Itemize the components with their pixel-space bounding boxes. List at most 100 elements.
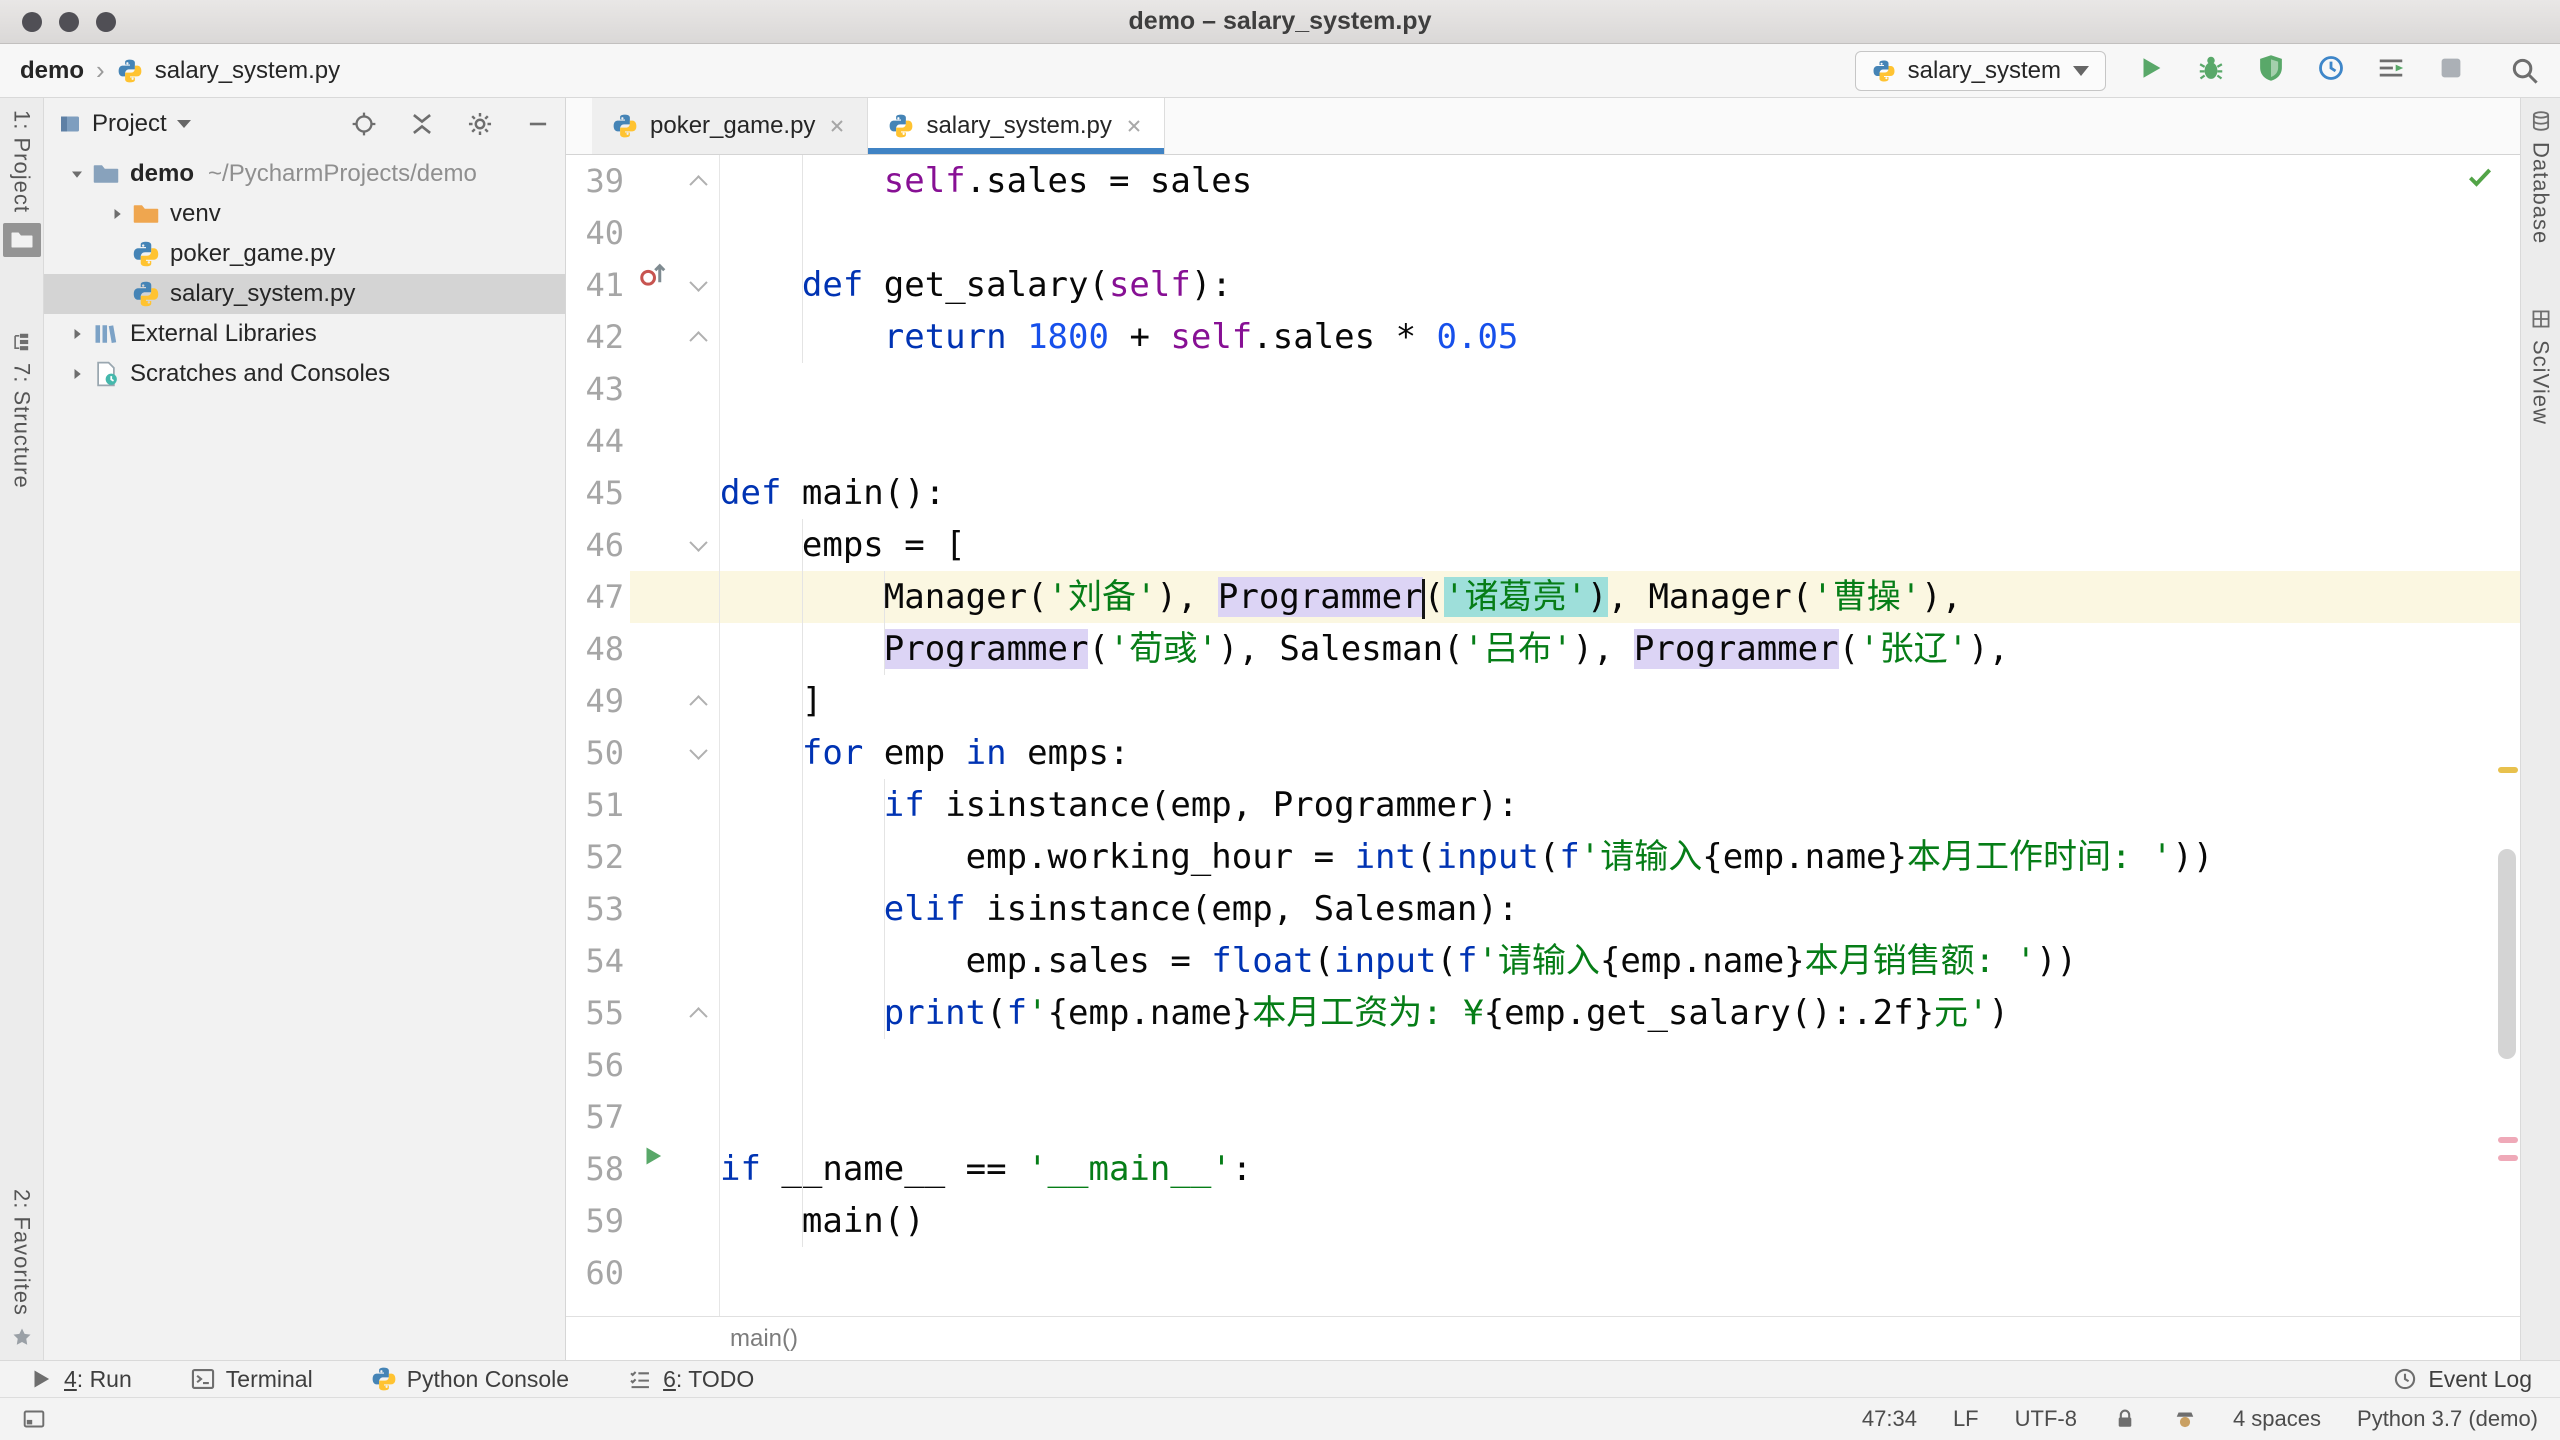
line-number[interactable]: 59 bbox=[566, 1195, 630, 1247]
code-line[interactable]: 41 def get_salary(self): bbox=[566, 259, 2520, 311]
code-line[interactable]: 48 Programmer('荀彧'), Salesman('吕布'), Pro… bbox=[566, 623, 2520, 675]
toolwindow-button-terminal[interactable]: Terminal bbox=[190, 1366, 313, 1393]
close-icon[interactable] bbox=[1124, 116, 1144, 136]
search-everywhere-icon[interactable] bbox=[2510, 56, 2540, 86]
fold-marker[interactable] bbox=[676, 727, 720, 779]
code-line[interactable]: 59 main() bbox=[566, 1195, 2520, 1247]
status-item-4-spaces[interactable]: 4 spaces bbox=[2233, 1406, 2321, 1432]
status-item-utf-8[interactable]: UTF-8 bbox=[2015, 1406, 2077, 1432]
editor[interactable]: 39 self.sales = sales 40 41 def get_salary… bbox=[566, 155, 2520, 1316]
zoom-window-icon[interactable] bbox=[96, 12, 116, 32]
line-number[interactable]: 47 bbox=[566, 571, 630, 623]
project-panel-title[interactable]: Project bbox=[92, 110, 167, 138]
overrides-method-icon[interactable] bbox=[630, 259, 676, 289]
tool-button-database[interactable]: Database bbox=[2528, 110, 2554, 244]
toolwindow-button-todo[interactable]: 6: TODO bbox=[627, 1366, 754, 1393]
code-line[interactable]: 53 elif isinstance(emp, Salesman): bbox=[566, 883, 2520, 935]
code-line[interactable]: 43 bbox=[566, 363, 2520, 415]
code-line[interactable]: 39 self.sales = sales bbox=[566, 155, 2520, 207]
line-number[interactable]: 43 bbox=[566, 363, 630, 415]
tool-button-project[interactable]: 1: Project bbox=[2, 110, 41, 257]
chevron-right-icon[interactable] bbox=[62, 324, 92, 344]
toolwindow-button-event-log[interactable]: Event Log bbox=[2392, 1366, 2532, 1393]
run-button[interactable] bbox=[2136, 53, 2166, 83]
line-number[interactable]: 51 bbox=[566, 779, 630, 831]
fold-marker[interactable] bbox=[676, 675, 720, 727]
code-line[interactable]: 49 ] bbox=[566, 675, 2520, 727]
tab-poker_game.py[interactable]: poker_game.py bbox=[592, 98, 869, 154]
tree-item-poker_game.py[interactable]: poker_game.py bbox=[44, 234, 565, 274]
tree-item-venv[interactable]: venv bbox=[44, 194, 565, 234]
line-number[interactable]: 54 bbox=[566, 935, 630, 987]
concurrency-button[interactable] bbox=[2376, 53, 2406, 83]
tree-item-salary_system.py[interactable]: salary_system.py bbox=[44, 274, 565, 314]
code-line[interactable]: 57 bbox=[566, 1091, 2520, 1143]
breadcrumb-file[interactable]: salary_system.py bbox=[155, 57, 340, 85]
tab-salary_system.py[interactable]: salary_system.py bbox=[868, 98, 1165, 154]
fold-marker[interactable] bbox=[676, 259, 720, 311]
code-line[interactable]: 46 emps = [ bbox=[566, 519, 2520, 571]
line-number[interactable]: 44 bbox=[566, 415, 630, 467]
inspector-icon[interactable] bbox=[2173, 1407, 2197, 1431]
stop-button[interactable] bbox=[2436, 53, 2466, 83]
close-icon[interactable] bbox=[827, 116, 847, 136]
line-number[interactable]: 57 bbox=[566, 1091, 630, 1143]
chevron-right-icon[interactable] bbox=[62, 364, 92, 384]
breadcrumb-project[interactable]: demo bbox=[20, 57, 84, 85]
code-line[interactable]: 42 return 1800 + self.sales * 0.05 bbox=[566, 311, 2520, 363]
fold-marker[interactable] bbox=[676, 155, 720, 207]
debug-button[interactable] bbox=[2196, 53, 2226, 83]
hide-panel-icon[interactable] bbox=[525, 111, 551, 137]
gear-icon[interactable] bbox=[467, 111, 493, 137]
chevron-down-icon[interactable] bbox=[62, 164, 92, 184]
line-number[interactable]: 53 bbox=[566, 883, 630, 935]
fold-marker[interactable] bbox=[676, 519, 720, 571]
code-line[interactable]: 55 print(f'{emp.name}本月工资为: ¥{emp.get_sa… bbox=[566, 987, 2520, 1039]
code-line[interactable]: 45 def main(): bbox=[566, 467, 2520, 519]
line-number[interactable]: 41 bbox=[566, 259, 630, 311]
collapse-all-icon[interactable] bbox=[409, 111, 435, 137]
editor-scrollbar[interactable] bbox=[2498, 849, 2516, 1059]
toolwindow-toggle-icon[interactable] bbox=[22, 1407, 46, 1431]
code-line[interactable]: 52 emp.working_hour = int(input(f'请输入{em… bbox=[566, 831, 2520, 883]
tool-button-favorites[interactable]: 2: Favorites bbox=[9, 1189, 35, 1348]
editor-breadcrumb-main[interactable]: main() bbox=[730, 1325, 798, 1353]
line-number[interactable]: 55 bbox=[566, 987, 630, 1039]
line-number[interactable]: 58 bbox=[566, 1143, 630, 1195]
line-number[interactable]: 52 bbox=[566, 831, 630, 883]
run-configuration-select[interactable]: salary_system bbox=[1854, 50, 2106, 91]
tool-button-sciview[interactable]: SciView bbox=[2528, 308, 2554, 425]
inspections-ok-icon[interactable] bbox=[2466, 163, 2494, 191]
minimize-window-icon[interactable] bbox=[59, 12, 79, 32]
status-item-python-3.7-demo-[interactable]: Python 3.7 (demo) bbox=[2357, 1406, 2538, 1432]
toolwindow-button-python-console[interactable]: Python Console bbox=[371, 1366, 569, 1393]
status-item-lf[interactable]: LF bbox=[1953, 1406, 1979, 1432]
code-line[interactable]: 60 bbox=[566, 1247, 2520, 1299]
close-window-icon[interactable] bbox=[22, 12, 42, 32]
code-line[interactable]: 56 bbox=[566, 1039, 2520, 1091]
line-number[interactable]: 46 bbox=[566, 519, 630, 571]
status-item-47-34[interactable]: 47:34 bbox=[1862, 1406, 1917, 1432]
code-line[interactable]: 54 emp.sales = float(input(f'请输入{emp.nam… bbox=[566, 935, 2520, 987]
code-line[interactable]: 50 for emp in emps: bbox=[566, 727, 2520, 779]
line-number[interactable]: 48 bbox=[566, 623, 630, 675]
code-line[interactable]: 47 Manager('刘备'), Programmer('诸葛亮'), Man… bbox=[566, 571, 2520, 623]
tree-item-demo[interactable]: demo ~/PycharmProjects/demo bbox=[44, 154, 565, 194]
line-number[interactable]: 56 bbox=[566, 1039, 630, 1091]
line-number[interactable]: 60 bbox=[566, 1247, 630, 1299]
profiler-button[interactable] bbox=[2316, 53, 2346, 83]
toolwindow-button-run[interactable]: 4: Run bbox=[28, 1366, 132, 1393]
code-line[interactable]: 51 if isinstance(emp, Programmer): bbox=[566, 779, 2520, 831]
line-number[interactable]: 45 bbox=[566, 467, 630, 519]
code-line[interactable]: 40 bbox=[566, 207, 2520, 259]
tree-item-external-libraries[interactable]: External Libraries bbox=[44, 314, 565, 354]
line-number[interactable]: 39 bbox=[566, 155, 630, 207]
tool-button-structure[interactable]: 7: Structure bbox=[3, 331, 41, 489]
code-line[interactable]: 44 bbox=[566, 415, 2520, 467]
fold-marker[interactable] bbox=[676, 311, 720, 363]
locate-file-icon[interactable] bbox=[351, 111, 377, 137]
line-number[interactable]: 50 bbox=[566, 727, 630, 779]
tree-item-scratches-and-consoles[interactable]: Scratches and Consoles bbox=[44, 354, 565, 394]
run-gutter-icon[interactable] bbox=[630, 1143, 676, 1169]
line-number[interactable]: 40 bbox=[566, 207, 630, 259]
